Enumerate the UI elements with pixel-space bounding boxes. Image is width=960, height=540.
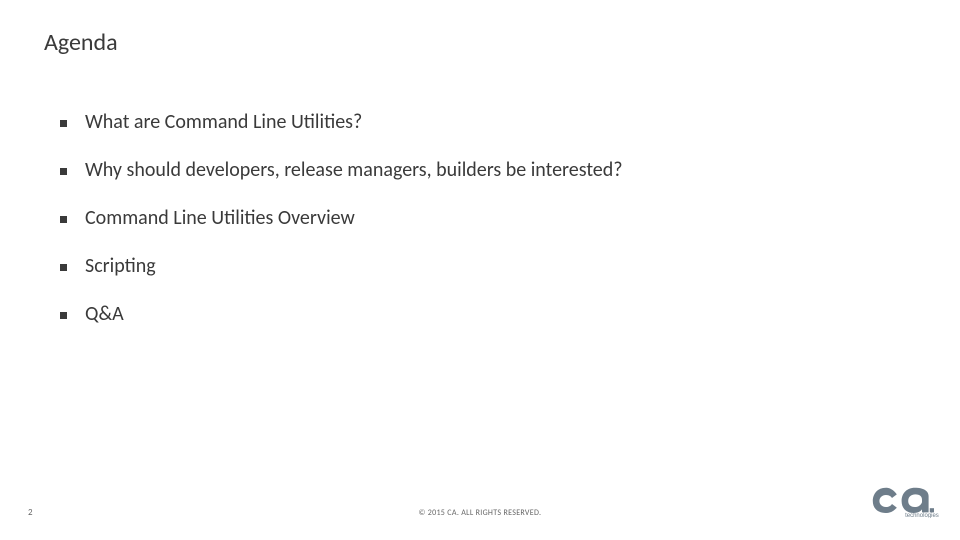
square-bullet-icon [60,216,67,223]
list-item: What are Command Line Utilities? [60,110,900,134]
list-item: Scripting [60,254,900,278]
copyright-text: © 2015 CA. ALL RIGHTS RESERVED. [419,508,542,518]
bullet-list: What are Command Line Utilities? Why sho… [60,110,900,350]
bullet-text: Scripting [85,254,156,278]
ca-logo-icon: technologies [868,484,940,518]
square-bullet-icon [60,120,67,127]
list-item: Command Line Utilities Overview [60,206,900,230]
square-bullet-icon [60,264,67,271]
bullet-text: Why should developers, release managers,… [85,158,623,182]
bullet-text: Command Line Utilities Overview [85,206,355,230]
ca-logo: technologies [868,484,940,518]
logo-tagline: technologies [905,513,939,518]
page-number: 2 [28,507,33,518]
list-item: Q&A [60,302,900,326]
footer: 2 © 2015 CA. ALL RIGHTS RESERVED. techno… [0,492,960,522]
slide: Agenda What are Command Line Utilities? … [0,0,960,540]
square-bullet-icon [60,168,67,175]
bullet-text: What are Command Line Utilities? [85,110,362,134]
list-item: Why should developers, release managers,… [60,158,900,182]
square-bullet-icon [60,312,67,319]
slide-title: Agenda [44,28,118,57]
bullet-text: Q&A [85,302,124,326]
